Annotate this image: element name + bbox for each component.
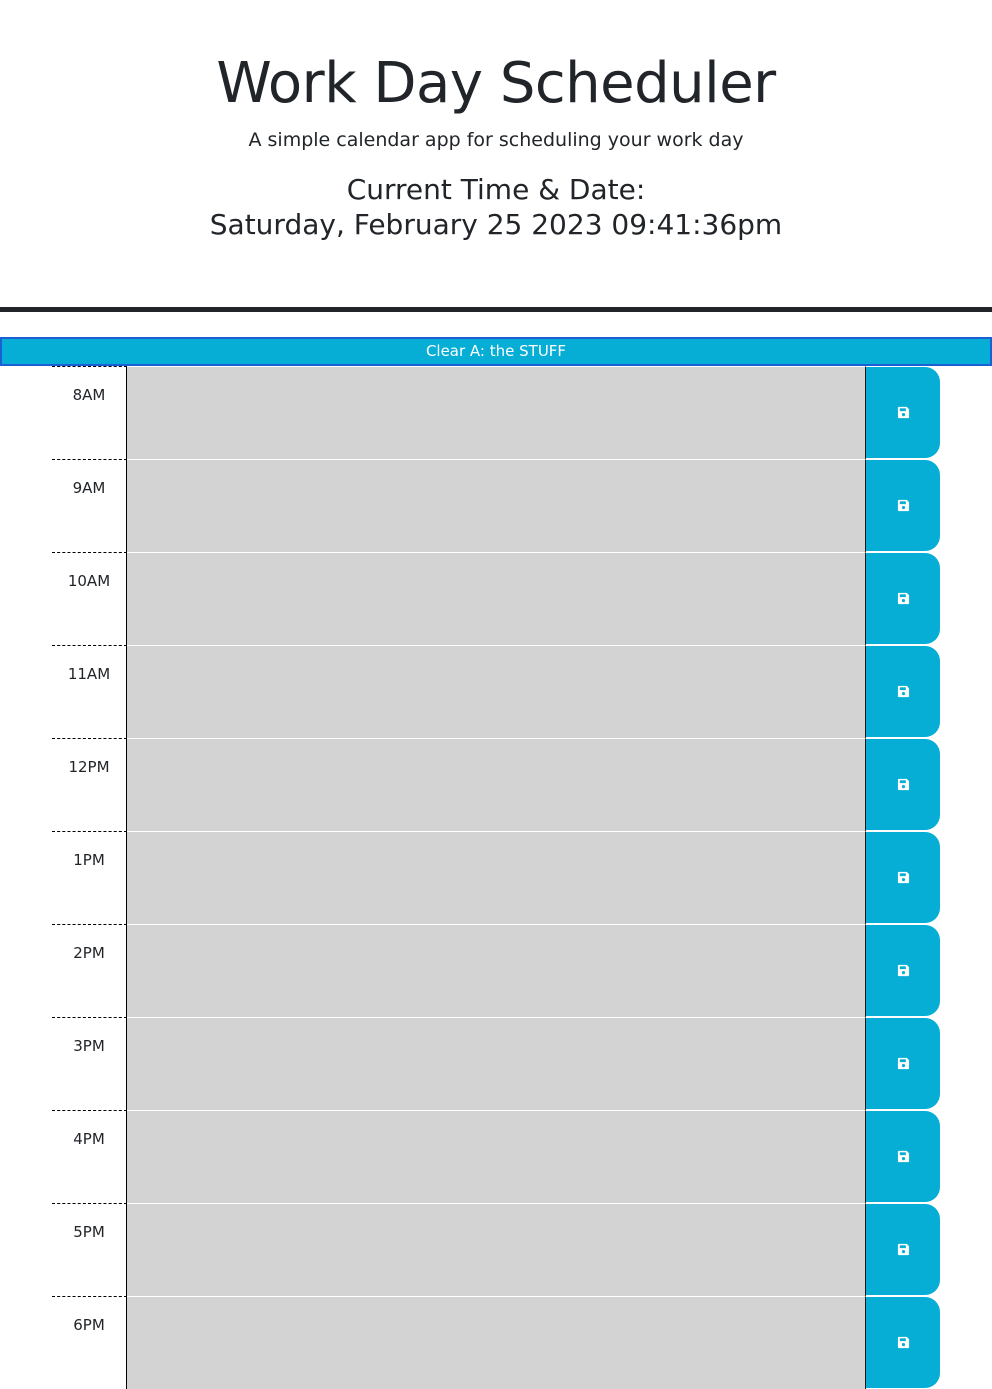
event-description-input[interactable] xyxy=(127,1203,866,1296)
event-description-input[interactable] xyxy=(127,1296,866,1389)
event-description-input[interactable] xyxy=(127,1110,866,1203)
time-block-row: 5PM xyxy=(0,1203,992,1296)
save-button[interactable] xyxy=(866,739,940,830)
save-icon xyxy=(897,964,909,977)
page-lead: A simple calendar app for scheduling you… xyxy=(248,129,744,151)
event-description-input[interactable] xyxy=(127,366,866,459)
time-block-row: 3PM xyxy=(0,1017,992,1110)
save-button[interactable] xyxy=(866,1018,940,1109)
time-block-row: 6PM xyxy=(0,1296,992,1389)
save-button[interactable] xyxy=(866,460,940,551)
time-block-row: 9AM xyxy=(0,459,992,552)
save-icon xyxy=(897,685,909,698)
time-block-list: 8AM 9AM 10AM 11AM 12PM 1PM 2PM 3PM 4PM 5PM 6PM xyxy=(0,366,992,1389)
save-button[interactable] xyxy=(866,553,940,644)
hour-label: 10AM xyxy=(52,552,127,645)
hour-label: 8AM xyxy=(52,366,127,459)
event-description-input[interactable] xyxy=(127,1017,866,1110)
save-button[interactable] xyxy=(866,1297,940,1388)
save-button[interactable] xyxy=(866,646,940,737)
hour-label: 11AM xyxy=(52,645,127,738)
save-button[interactable] xyxy=(866,367,940,458)
save-button[interactable] xyxy=(866,832,940,923)
hour-label: 6PM xyxy=(52,1296,127,1389)
save-button[interactable] xyxy=(866,1204,940,1295)
current-time-value: Saturday, February 25 2023 09:41:36pm xyxy=(209,208,783,241)
save-icon xyxy=(897,778,909,791)
save-icon xyxy=(897,1150,909,1163)
time-block-row: 10AM xyxy=(0,552,992,645)
hour-label: 3PM xyxy=(52,1017,127,1110)
save-icon xyxy=(897,1057,909,1070)
time-block-row: 2PM xyxy=(0,924,992,1017)
time-block-row: 11AM xyxy=(0,645,992,738)
hour-label: 4PM xyxy=(52,1110,127,1203)
save-icon xyxy=(897,406,909,419)
event-description-input[interactable] xyxy=(127,831,866,924)
page-title: Work Day Scheduler xyxy=(216,51,776,116)
save-icon xyxy=(897,1336,909,1349)
save-button[interactable] xyxy=(866,1111,940,1202)
hour-label: 12PM xyxy=(52,738,127,831)
save-icon xyxy=(897,499,909,512)
event-description-input[interactable] xyxy=(127,552,866,645)
time-block-row: 4PM xyxy=(0,1110,992,1203)
hour-label: 9AM xyxy=(52,459,127,552)
time-block-row: 1PM xyxy=(0,831,992,924)
hour-label: 5PM xyxy=(52,1203,127,1296)
save-icon xyxy=(897,1243,909,1256)
event-description-input[interactable] xyxy=(127,738,866,831)
time-block-row: 12PM xyxy=(0,738,992,831)
clear-all-button[interactable]: Clear A: the STUFF xyxy=(0,337,992,366)
save-icon xyxy=(897,592,909,605)
event-description-input[interactable] xyxy=(127,459,866,552)
save-icon xyxy=(897,871,909,884)
current-time-label: Current Time & Date: xyxy=(346,173,646,206)
page-header: Work Day Scheduler A simple calendar app… xyxy=(0,0,992,307)
time-block-row: 8AM xyxy=(0,366,992,459)
hour-label: 1PM xyxy=(52,831,127,924)
hour-label: 2PM xyxy=(52,924,127,1017)
event-description-input[interactable] xyxy=(127,645,866,738)
event-description-input[interactable] xyxy=(127,924,866,1017)
save-button[interactable] xyxy=(866,925,940,1016)
